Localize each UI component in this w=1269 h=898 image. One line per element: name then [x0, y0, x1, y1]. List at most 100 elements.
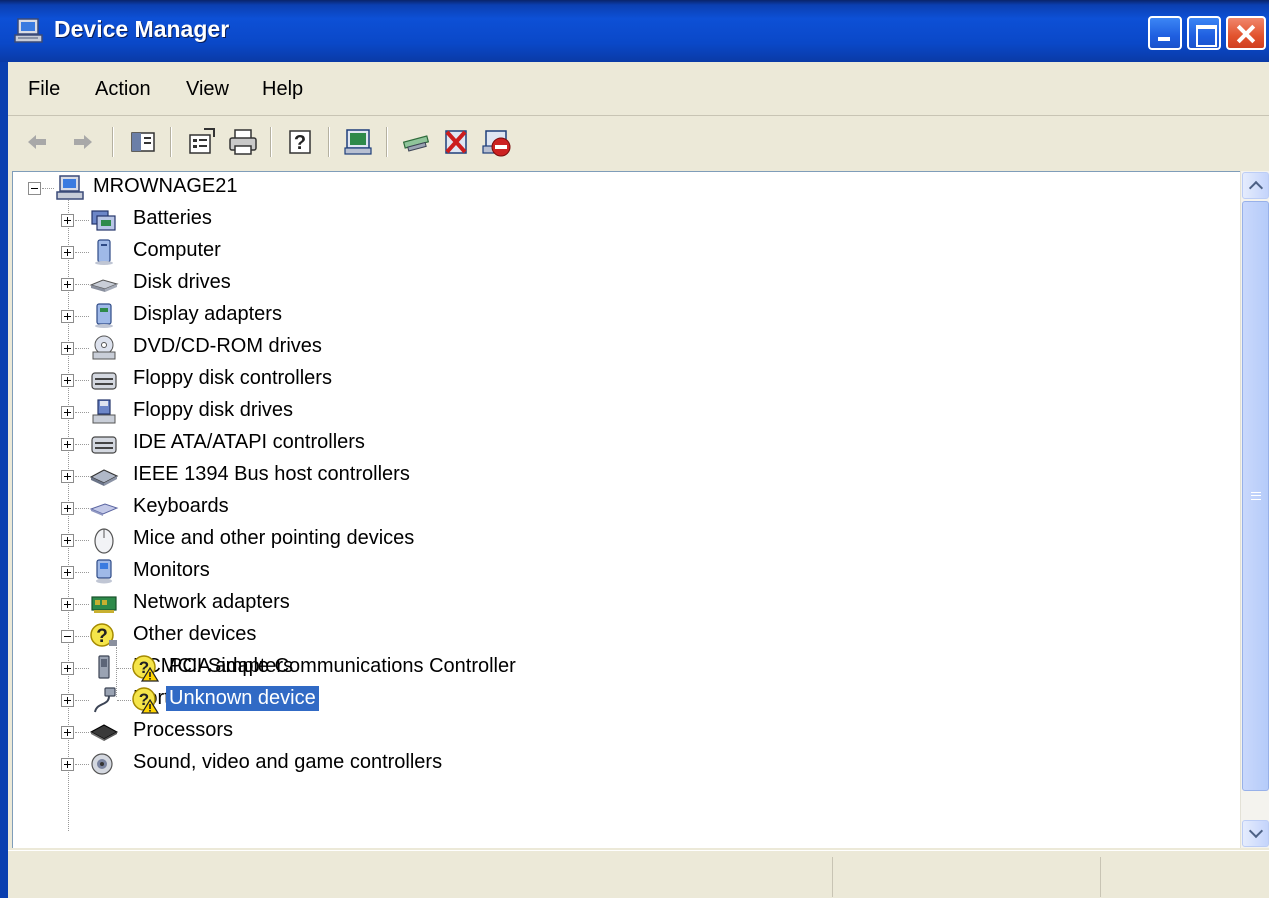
device-tree[interactable]: MROWNAGE21 Batteries Computer Disk drives D…: [12, 171, 1241, 848]
status-pane-divider: [832, 857, 833, 897]
forward-icon[interactable]: [66, 125, 100, 159]
expand-toggle[interactable]: [61, 502, 74, 515]
tree-category-label[interactable]: IDE ATA/ATAPI controllers: [130, 430, 368, 455]
bus-controller-icon: [89, 462, 119, 490]
tree-category-label[interactable]: DVD/CD-ROM drives: [130, 334, 325, 359]
tree-line: [75, 348, 89, 349]
expand-toggle[interactable]: [61, 694, 74, 707]
tree-line: [75, 604, 89, 605]
expand-toggle[interactable]: [61, 470, 74, 483]
tree-root-label[interactable]: MROWNAGE21: [90, 174, 240, 199]
status-bar: [8, 850, 1269, 898]
tree-line: [117, 668, 131, 669]
expand-toggle[interactable]: [61, 726, 74, 739]
show-hide-console-tree-icon[interactable]: [126, 125, 160, 159]
expand-toggle[interactable]: [61, 598, 74, 611]
properties-icon[interactable]: [184, 125, 218, 159]
tree-line: [75, 636, 89, 637]
toolbar-separator: [386, 127, 388, 157]
expand-toggle[interactable]: [61, 374, 74, 387]
tree-line: [117, 700, 131, 701]
expand-toggle[interactable]: [61, 438, 74, 451]
controller-icon: [89, 366, 119, 394]
tree-line: [75, 540, 89, 541]
close-button[interactable]: [1226, 16, 1266, 50]
tree-line: [75, 316, 89, 317]
expand-toggle[interactable]: [61, 534, 74, 547]
uninstall-icon[interactable]: [440, 125, 474, 159]
expand-toggle[interactable]: [61, 758, 74, 771]
port-icon: [89, 686, 119, 714]
minimize-button[interactable]: [1148, 16, 1182, 50]
collapse-toggle[interactable]: [61, 630, 74, 643]
toolbar-separator: [328, 127, 330, 157]
disk-drive-icon: [89, 270, 119, 298]
tree-category-label[interactable]: Network adapters: [130, 590, 293, 615]
expand-toggle[interactable]: [61, 278, 74, 291]
tree-category-label[interactable]: Disk drives: [130, 270, 234, 295]
tree-line: [75, 444, 89, 445]
window-title: Device Manager: [54, 16, 230, 42]
back-icon[interactable]: [20, 125, 54, 159]
tree-category-label[interactable]: Sound, video and game controllers: [130, 750, 445, 775]
expand-toggle[interactable]: [61, 662, 74, 675]
computer-icon: [14, 18, 44, 44]
window-frame: [0, 62, 8, 898]
tree-line: [75, 412, 89, 413]
expand-toggle[interactable]: [61, 406, 74, 419]
svg-text:?: ?: [96, 626, 108, 647]
tree-category-label[interactable]: IEEE 1394 Bus host controllers: [130, 462, 413, 487]
scroll-down-button[interactable]: [1242, 820, 1269, 847]
pcmcia-icon: [89, 654, 119, 682]
scan-hardware-changes-icon[interactable]: [342, 125, 376, 159]
tree-category-label[interactable]: Display adapters: [130, 302, 285, 327]
svg-text:?: ?: [294, 132, 306, 154]
tree-line: [75, 700, 89, 701]
monitor-icon: [89, 558, 119, 586]
expand-toggle[interactable]: [61, 214, 74, 227]
tree-category-label[interactable]: Computer: [130, 238, 224, 263]
tree-category-label[interactable]: Floppy disk controllers: [130, 366, 335, 391]
tree-line: [75, 252, 89, 253]
computer-icon: [55, 174, 85, 202]
expand-toggle[interactable]: [61, 310, 74, 323]
tree-line: [75, 508, 89, 509]
menu-action[interactable]: Action: [95, 78, 151, 101]
tree-category-label[interactable]: Floppy disk drives: [130, 398, 296, 423]
tree-line: [75, 764, 89, 765]
disable-icon[interactable]: [480, 125, 514, 159]
print-icon[interactable]: [226, 125, 260, 159]
toolbar-separator: [112, 127, 114, 157]
unknown-device-icon: ?: [89, 622, 119, 650]
tree-category-label[interactable]: Keyboards: [130, 494, 232, 519]
title-bar[interactable]: Device Manager: [0, 0, 1269, 62]
tree-item-pci-simple-communications-controller[interactable]: PCI Simple Communications Controller: [166, 654, 519, 679]
tree-item-unknown-device[interactable]: Unknown device: [166, 686, 319, 711]
tree-line: [75, 572, 89, 573]
scroll-thumb[interactable]: [1242, 201, 1269, 791]
expand-toggle[interactable]: [61, 566, 74, 579]
toolbar-separator: [170, 127, 172, 157]
expand-toggle[interactable]: [61, 246, 74, 259]
tree-category-label[interactable]: Other devices: [130, 622, 259, 647]
tree-category-label[interactable]: Batteries: [130, 206, 215, 231]
tree-category-label[interactable]: Mice and other pointing devices: [130, 526, 417, 551]
collapse-toggle[interactable]: [28, 182, 41, 195]
tree-line: [75, 284, 89, 285]
tree-line: [42, 188, 54, 189]
vertical-scrollbar[interactable]: [1240, 171, 1269, 848]
tree-line: [75, 668, 89, 669]
update-driver-icon[interactable]: [400, 125, 434, 159]
tree-category-label[interactable]: Monitors: [130, 558, 213, 583]
menu-file[interactable]: File: [28, 78, 60, 101]
scroll-up-button[interactable]: [1242, 172, 1269, 199]
help-icon[interactable]: ?: [284, 125, 318, 159]
menu-help[interactable]: Help: [262, 78, 303, 101]
warning-device-icon: ?: [131, 654, 161, 682]
maximize-button[interactable]: [1187, 16, 1221, 50]
device-manager-window: Device Manager File Action View Help ? M…: [0, 0, 1269, 898]
expand-toggle[interactable]: [61, 342, 74, 355]
menu-view[interactable]: View: [186, 78, 229, 101]
tree-line: [75, 220, 89, 221]
tree-category-label[interactable]: Processors: [130, 718, 236, 743]
